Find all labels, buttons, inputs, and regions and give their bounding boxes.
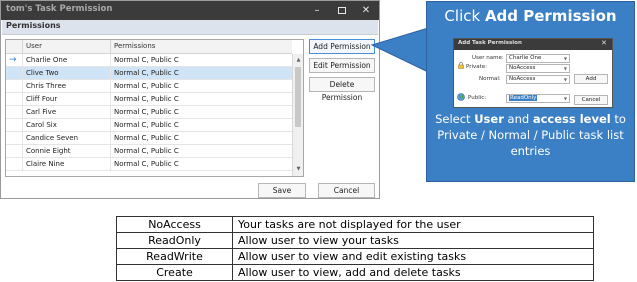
normal-label: Normal: (479, 76, 501, 82)
add-task-permission-dialog-preview: Add Task Permission ✕ User name: Charlie… (453, 38, 613, 108)
mini-cancel-button: Cancel (574, 95, 608, 105)
access-level-description: Your tasks are not displayed for the use… (232, 216, 594, 233)
access-level-name: ReadOnly (116, 232, 233, 249)
table-row: ReadWrite Allow user to view and edit ex… (116, 248, 594, 265)
instruction-callout: Click Add Permission Add Task Permission… (426, 1, 635, 182)
public-label: Public: (468, 95, 487, 101)
mini-title-bar: Add Task Permission ✕ (454, 39, 612, 50)
access-level-table: NoAccess Your tasks are not displayed fo… (116, 216, 594, 281)
mini-title: Add Task Permission (458, 40, 522, 46)
table-row: ReadOnly Allow user to view your tasks (116, 232, 594, 249)
public-select: ReadOnly ▼ (506, 94, 570, 103)
table-row: Create Allow user to view, add and delet… (116, 264, 594, 281)
access-level-name: Create (116, 264, 233, 281)
access-level-name: NoAccess (116, 216, 233, 233)
callout-description: Select User and access level to Private … (435, 112, 626, 158)
user-name-select: Charlie One ▼ (506, 54, 570, 63)
private-label: Private: (466, 64, 488, 70)
globe-icon (457, 93, 465, 101)
access-level-description: Allow user to view and edit existing tas… (232, 248, 594, 265)
lock-icon (458, 62, 464, 69)
private-select: NoAccess ▼ (506, 64, 570, 73)
access-level-name: ReadWrite (116, 248, 233, 265)
normal-select: NoAccess ▼ (506, 75, 570, 84)
access-level-description: Allow user to view, add and delete tasks (232, 264, 594, 281)
access-level-description: Allow user to view your tasks (232, 232, 594, 249)
table-row: NoAccess Your tasks are not displayed fo… (116, 216, 594, 233)
mini-add-button: Add (574, 74, 608, 84)
user-name-label: User name: (472, 55, 504, 61)
callout-heading: Click Add Permission (444, 7, 617, 25)
mini-close-icon: ✕ (601, 39, 607, 47)
